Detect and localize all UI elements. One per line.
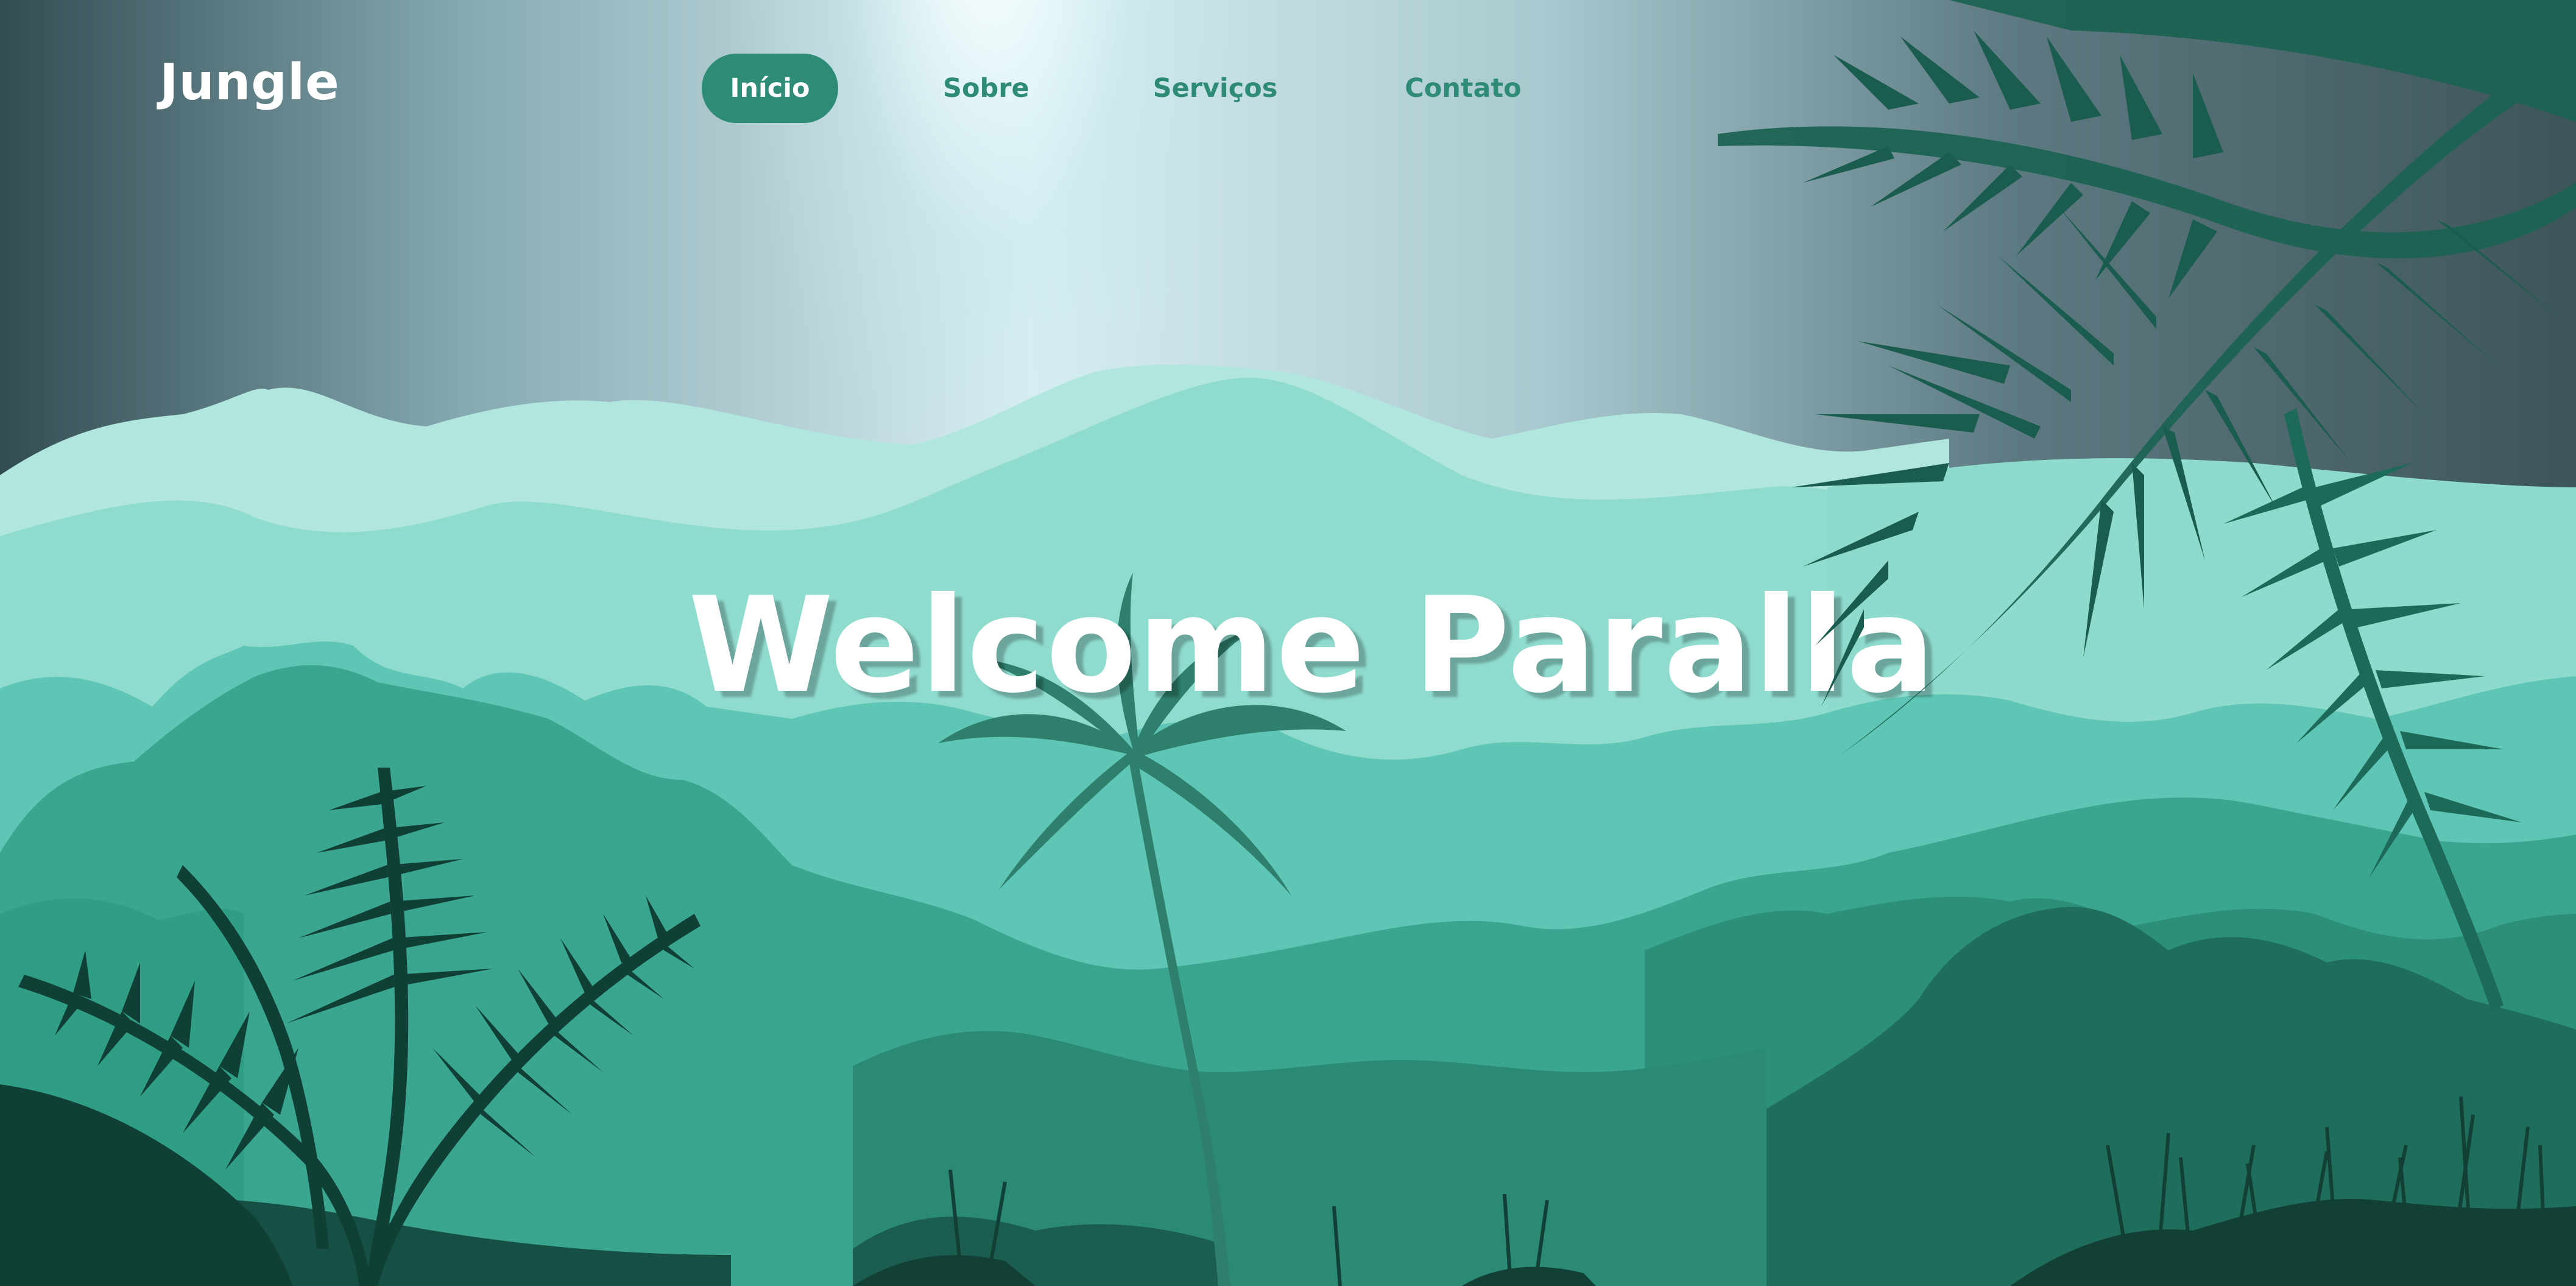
grass-foreground bbox=[853, 1096, 2576, 1286]
parallax-scene bbox=[0, 0, 2576, 1286]
nav-link-sobre[interactable]: Sobre bbox=[943, 54, 1029, 123]
logo[interactable]: Jungle bbox=[160, 54, 340, 111]
site-header: Jungle Início Sobre Serviços Contato bbox=[0, 0, 2576, 177]
nav-link-servicos[interactable]: Serviços bbox=[1151, 54, 1279, 123]
nav-link-inicio[interactable]: Início bbox=[702, 54, 838, 123]
nav-link-contato[interactable]: Contato bbox=[1402, 54, 1524, 123]
